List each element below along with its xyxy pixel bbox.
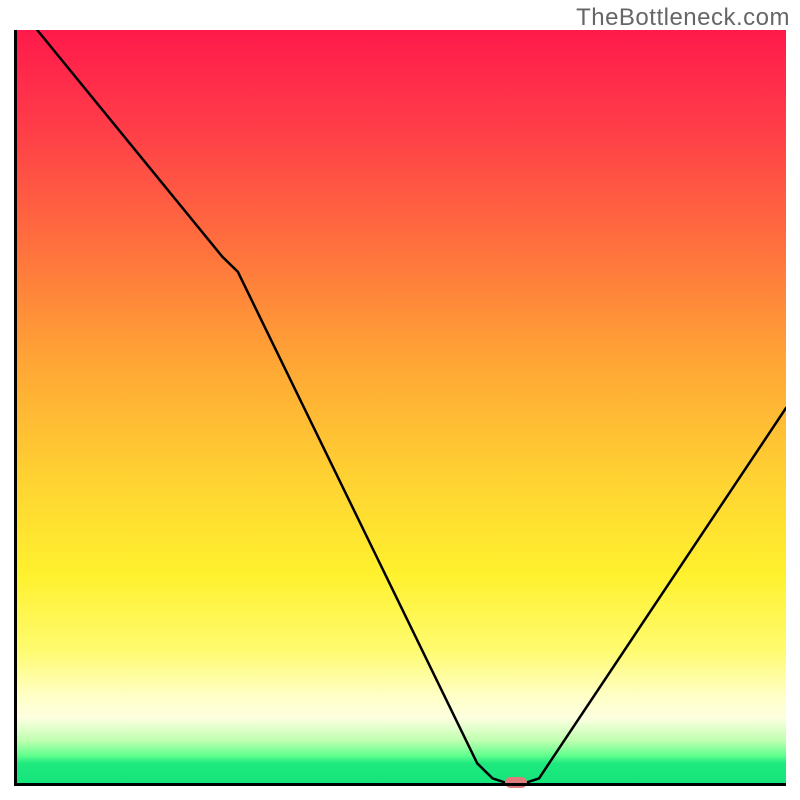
watermark-text: TheBottleneck.com <box>576 4 790 32</box>
plot-area <box>14 30 786 786</box>
x-axis <box>14 783 786 786</box>
chart-stage: TheBottleneck.com <box>0 0 800 800</box>
bottleneck-path <box>37 30 786 786</box>
bottleneck-line <box>14 30 786 786</box>
y-axis <box>14 30 17 786</box>
